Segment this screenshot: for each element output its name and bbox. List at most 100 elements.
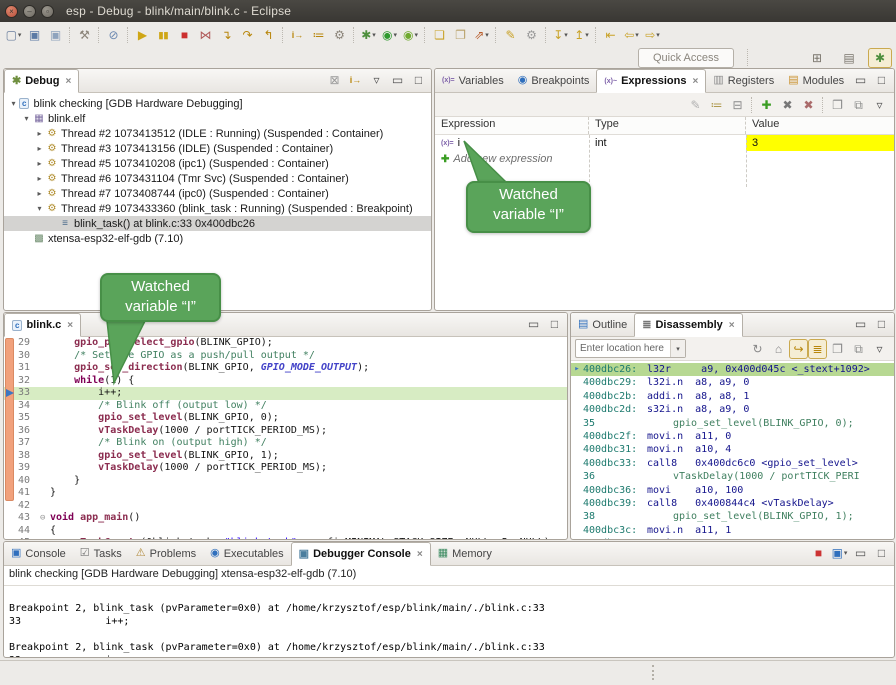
debug-configurations-button[interactable]: ⚙ xyxy=(329,25,350,45)
tree-row[interactable]: ▾▦blink.elf xyxy=(4,111,431,126)
tab-debugger-console[interactable]: ▣Debugger Console× xyxy=(291,542,431,566)
code-line[interactable]: 31 gpio_set_direction(BLINK_GPIO, GPIO_M… xyxy=(4,362,567,375)
disassembly-line[interactable]: 400dbc29:l32i.n a8, a9, 0 xyxy=(571,376,894,389)
close-tab-icon[interactable]: × xyxy=(67,320,73,331)
twisty-icon[interactable]: ▸ xyxy=(34,189,45,198)
disassembly-line[interactable]: 400dbc33:call8 0x400dc6c0 <gpio_set_leve… xyxy=(571,457,894,470)
view-menu-button[interactable]: ▿ xyxy=(366,70,387,90)
tree-row[interactable]: ▸⚙Thread #6 1073431104 (Tmr Svc) (Suspen… xyxy=(4,171,431,186)
home-button[interactable]: ⌂ xyxy=(768,339,789,359)
open-new-view-button[interactable]: ❐ xyxy=(827,339,848,359)
expression-row[interactable]: (x)=iint3 xyxy=(435,135,894,151)
tree-row[interactable]: ▸⚙Thread #7 1073408744 (ipc0) (Suspended… xyxy=(4,186,431,201)
format-button[interactable]: ✎ xyxy=(500,25,521,45)
back-button[interactable]: ⇦▾ xyxy=(621,25,642,45)
minimize-button[interactable]: ▭ xyxy=(523,314,544,334)
tree-row[interactable]: ▸⚙Thread #5 1073410208 (ipc1) (Suspended… xyxy=(4,156,431,171)
location-combo[interactable]: Enter location here ▾ xyxy=(575,339,686,358)
tree-row[interactable]: ▩xtensa-esp32-elf-gdb (7.10) xyxy=(4,231,431,246)
step-into-button[interactable]: ↴ xyxy=(216,25,237,45)
minimize-button[interactable]: ▭ xyxy=(850,70,871,90)
maximize-button[interactable]: □ xyxy=(408,70,429,90)
instruction-stepping-button[interactable]: i→ xyxy=(287,25,308,45)
disassembly-line[interactable]: 35gpio_set_level(BLINK_GPIO, 0); xyxy=(571,417,894,430)
run-button[interactable]: ◉▾ xyxy=(379,25,400,45)
code-line[interactable]: 38 gpio_set_level(BLINK_GPIO, 1); xyxy=(4,450,567,463)
display-selected-console-button[interactable]: ▣▾ xyxy=(829,543,850,563)
show-logical-structures-button[interactable]: ≔ xyxy=(706,95,727,115)
tree-row[interactable]: ▾cblink checking [GDB Hardware Debugging… xyxy=(4,96,431,111)
last-edit-location-button[interactable]: ⇤ xyxy=(600,25,621,45)
tree-row[interactable]: ≡blink_task() at blink.c:33 0x400dbc26 xyxy=(4,216,431,231)
profile-button[interactable]: ⚙ xyxy=(521,25,542,45)
code-line[interactable]: 41} xyxy=(4,487,567,500)
show-source-button[interactable]: ≣ xyxy=(808,339,827,359)
disassembly-line[interactable]: 36vTaskDelay(1000 / portTICK_PERI xyxy=(571,470,894,483)
status-bar-grip[interactable] xyxy=(652,665,657,680)
twisty-icon[interactable]: ▸ xyxy=(34,129,45,138)
minimize-button[interactable]: ▭ xyxy=(387,70,408,90)
twisty-icon[interactable]: ▾ xyxy=(21,114,32,123)
open-folder-button[interactable]: ❐ xyxy=(450,25,471,45)
new-button[interactable]: ▢▾ xyxy=(3,25,24,45)
open-project-button[interactable]: ❏ xyxy=(429,25,450,45)
code-line[interactable]: 42 xyxy=(4,500,567,513)
link-view-button[interactable]: ⧉ xyxy=(848,339,869,359)
tree-row[interactable]: ▸⚙Thread #3 1073413156 (IDLE) (Suspended… xyxy=(4,141,431,156)
open-new-view-button[interactable]: ❐ xyxy=(827,95,848,115)
maximize-button[interactable]: □ xyxy=(871,543,892,563)
close-tab-icon[interactable]: × xyxy=(65,76,71,87)
code-line[interactable]: 30 /* Set the GPIO as a push/pull output… xyxy=(4,350,567,363)
twisty-icon[interactable]: ▸ xyxy=(34,144,45,153)
disassembly-line[interactable]: 400dbc2b:addi.n a8, a8, 1 xyxy=(571,390,894,403)
close-tab-icon[interactable]: × xyxy=(692,76,698,87)
code-line[interactable]: 39 vTaskDelay(1000 / portTICK_PERIOD_MS)… xyxy=(4,462,567,475)
tab-modules[interactable]: ▤Modules xyxy=(781,69,851,92)
add-expression-button[interactable]: ✚ xyxy=(756,95,777,115)
maximize-button[interactable]: □ xyxy=(871,314,892,334)
forward-button[interactable]: ⇨▾ xyxy=(642,25,663,45)
disassembly-line[interactable]: 400dbc31:movi.n a10, 4 xyxy=(571,443,894,456)
disconnect-button[interactable]: ⋈ xyxy=(195,25,216,45)
disassembly-line[interactable]: 400dbc39:call8 0x400844c4 <vTaskDelay> xyxy=(571,497,894,510)
tree-row[interactable]: ▾⚙Thread #9 1073433360 (blink_task : Run… xyxy=(4,201,431,216)
step-over-button[interactable]: ↷ xyxy=(237,25,258,45)
show-execution-button[interactable]: ≔ xyxy=(308,25,329,45)
combo-dropdown-icon[interactable]: ▾ xyxy=(670,340,685,357)
tab-outline[interactable]: ▤Outline xyxy=(571,313,634,336)
window-close-button[interactable]: × xyxy=(5,5,18,18)
code-area[interactable]: 29 gpio_pad_select_gpio(BLINK_GPIO);30 /… xyxy=(4,337,567,539)
remove-selected-expressions-button[interactable]: ✖ xyxy=(777,95,798,115)
save-all-button[interactable]: ▣ xyxy=(45,25,66,45)
tab-console[interactable]: ▣Console xyxy=(4,542,73,565)
code-line[interactable]: 44{ xyxy=(4,525,567,538)
maximize-button[interactable]: □ xyxy=(871,70,892,90)
external-tools-button[interactable]: ◉▾ xyxy=(400,25,421,45)
column-header-type[interactable]: Type xyxy=(589,117,746,134)
code-line[interactable]: 32 while(1) { xyxy=(4,375,567,388)
maximize-button[interactable]: □ xyxy=(544,314,565,334)
pin-down-button[interactable]: ↧▾ xyxy=(550,25,571,45)
step-return-button[interactable]: ↰ xyxy=(258,25,279,45)
code-line[interactable]: 34 /* Blink off (output low) */ xyxy=(4,400,567,413)
column-header-value[interactable]: Value xyxy=(746,117,894,134)
link-with-debug-view-button[interactable]: ⧉ xyxy=(848,95,869,115)
code-line[interactable]: 43⊖void app_main() xyxy=(4,512,567,525)
sync-with-pc-button[interactable]: ↪ xyxy=(789,339,808,359)
terminate-button[interactable]: ■ xyxy=(174,25,195,45)
code-line[interactable]: 36 vTaskDelay(1000 / portTICK_PERIOD_MS)… xyxy=(4,425,567,438)
code-line[interactable]: 29 gpio_pad_select_gpio(BLINK_GPIO); xyxy=(4,337,567,350)
refresh-button[interactable]: ↻ xyxy=(747,339,768,359)
build-button[interactable]: ⚒ xyxy=(74,25,95,45)
code-line[interactable]: 33 i++; xyxy=(4,387,567,400)
save-button[interactable]: ▣ xyxy=(24,25,45,45)
tab-problems[interactable]: ⚠Problems xyxy=(129,542,203,565)
minimize-button[interactable]: ▭ xyxy=(850,314,871,334)
instruction-stepping-mode-button[interactable]: i→ xyxy=(345,70,366,90)
add-expression-row[interactable]: ✚Add new expression xyxy=(435,151,894,167)
tree-row[interactable]: ▸⚙Thread #2 1073413512 (IDLE : Running) … xyxy=(4,126,431,141)
tab-memory[interactable]: ▦Memory xyxy=(431,542,499,565)
fold-icon[interactable]: ⊖ xyxy=(40,512,50,525)
disassembly-line[interactable]: 400dbc2f:movi.n a11, 0 xyxy=(571,430,894,443)
code-line[interactable]: 35 gpio_set_level(BLINK_GPIO, 0); xyxy=(4,412,567,425)
